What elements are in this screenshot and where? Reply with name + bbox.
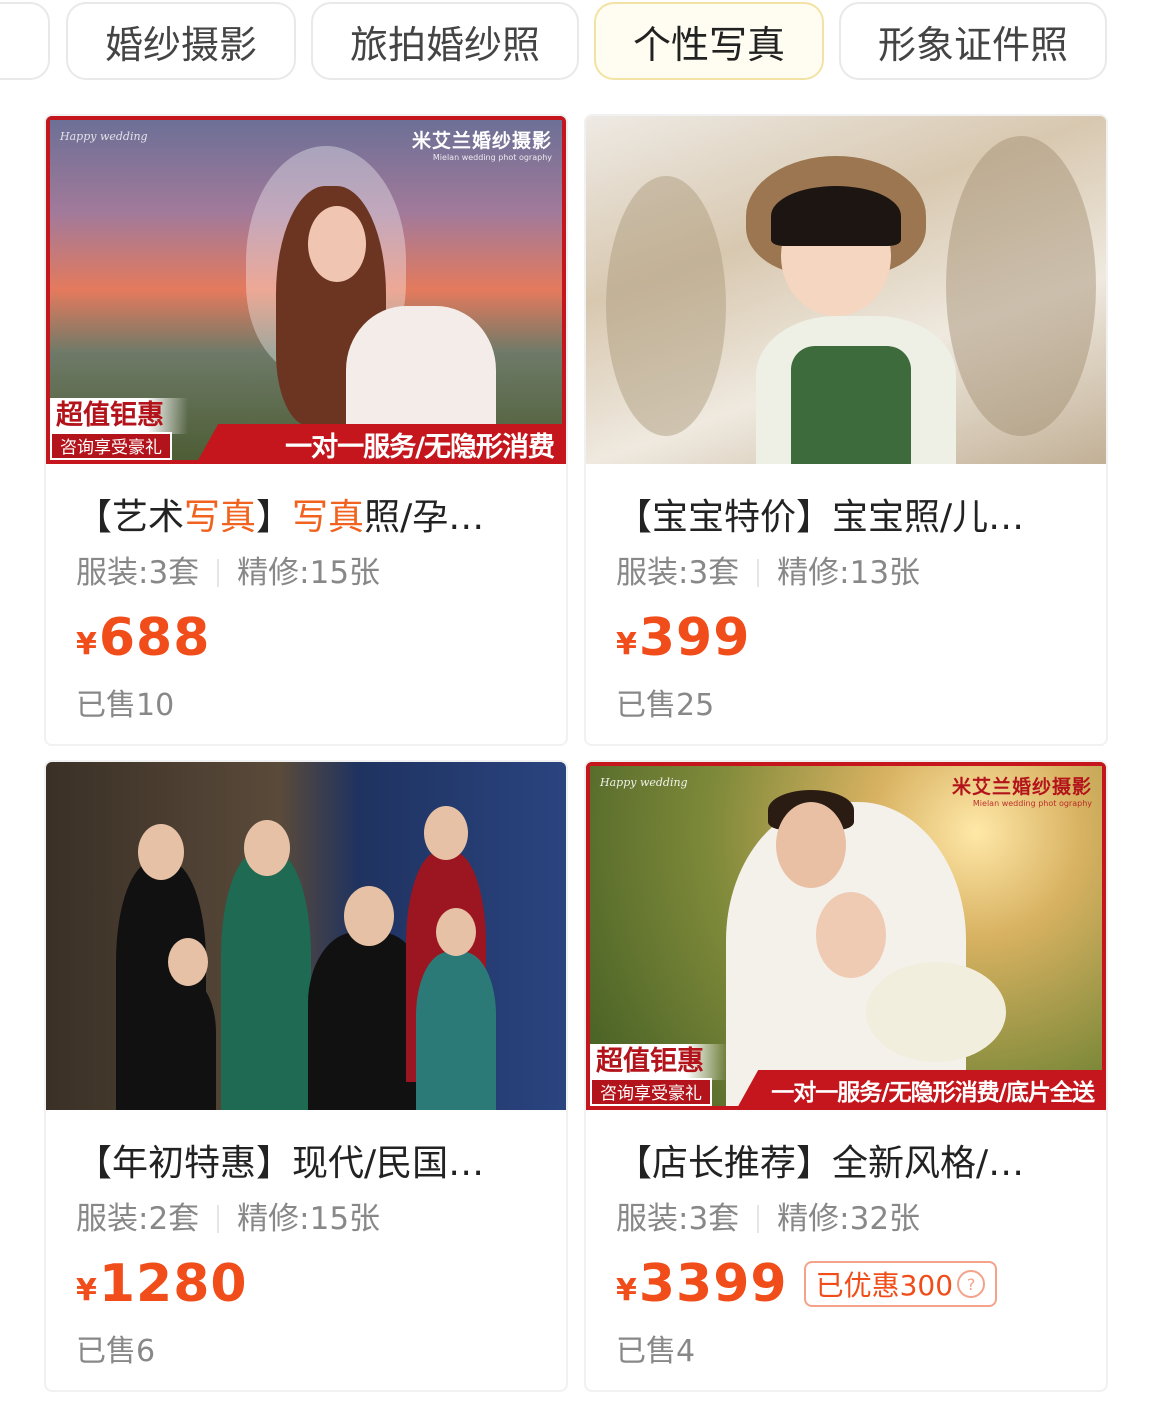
face-shape [168,938,208,986]
retouch-count: 精修:13张 [777,555,921,591]
face-shape [776,802,846,888]
tab-recommend[interactable]: 荐 [0,2,50,80]
currency-symbol: ¥ [76,1272,97,1308]
happy-wedding-text: Happy wedding [600,776,688,789]
product-attributes: 服装:3套 精修:32张 [616,1198,1076,1240]
tab-label: 形象证件照 [877,22,1068,67]
tab-label: 旅拍婚纱照 [349,22,540,67]
sold-count: 已售6 [76,1334,156,1369]
product-attributes: 服装:3套 精修:15张 [76,552,536,594]
divider [757,1205,760,1233]
retouch-count: 精修:32张 [777,1201,921,1237]
promo-banner: 超值钜惠 咨询享受豪礼 一对一服务/无隐形消费 [46,394,566,464]
retouch-count: 精修:15张 [237,1201,381,1237]
currency-symbol: ¥ [76,626,97,662]
title-part: 照/孕… [364,497,485,538]
product-image[interactable] [586,116,1106,464]
tab-id-photo[interactable]: 形象证件照 [839,2,1107,80]
tab-label: 个性写真 [632,22,785,67]
studio-logo: 米艾兰婚纱摄影 Mielan wedding phot ography [952,772,1092,808]
sold-count: 已售4 [616,1334,696,1369]
promo-title: 超值钜惠 [50,398,188,434]
price-row: ¥ 1280 [76,1254,536,1314]
face-shape [344,886,394,946]
divider [217,1205,220,1233]
promo-subtitle: 咨询享受豪礼 [590,1078,712,1106]
person-shape [221,852,311,1110]
tab-travel-wedding[interactable]: 旅拍婚纱照 [311,2,579,80]
product-card[interactable]: Happy wedding 米艾兰婚纱摄影 Mielan wedding pho… [584,760,1108,1392]
currency-symbol: ¥ [616,1272,637,1308]
studio-name-en: Mielan wedding phot ography [432,153,552,162]
sold-count: 已售10 [76,688,175,723]
divider [757,559,760,587]
product-title[interactable]: 【宝宝特价】宝宝照/儿… [616,494,1076,542]
vest-shape [791,346,911,464]
costume-count: 服装:3套 [76,555,200,591]
discount-text: 已优惠300 [815,1269,954,1302]
product-title[interactable]: 【年初特惠】现代/民国… [76,1140,536,1188]
tab-label: 婚纱摄影 [104,22,257,67]
product-card[interactable]: 【宝宝特价】宝宝照/儿… 服装:3套 精修:13张 ¥ 399 已售25 [584,114,1108,746]
product-title[interactable]: 【店长推荐】全新风格/… [616,1140,1076,1188]
face-shape [436,908,476,956]
product-title[interactable]: 【艺术写真】写真照/孕… [76,494,536,542]
promo-bar: 一对一服务/无隐形消费 [196,424,566,464]
costume-count: 服装:3套 [616,1201,740,1237]
person-shape [416,952,496,1110]
promo-subtitle: 咨询享受豪礼 [50,432,172,460]
sold-count: 已售25 [616,688,715,723]
reed-shape [606,176,726,436]
product-image[interactable]: Happy wedding 米艾兰婚纱摄影 Mielan wedding pho… [46,116,566,464]
costume-count: 服装:3套 [616,555,740,591]
studio-name: 米艾兰婚纱摄影 [411,130,552,152]
price-row: ¥ 688 [76,608,536,668]
help-icon[interactable]: ? [957,1270,986,1298]
price: 399 [638,608,751,668]
hair-shape [771,186,901,246]
product-attributes: 服装:3套 精修:13张 [616,552,1076,594]
discount-badge[interactable]: 已优惠300 ? [803,1261,998,1307]
title-part: 】 [256,497,293,538]
divider [217,559,220,587]
happy-wedding-text: Happy wedding [60,130,148,143]
price-row: ¥ 399 [616,608,1076,668]
person-shape [156,982,216,1110]
tab-wedding-photography[interactable]: 婚纱摄影 [66,2,296,80]
studio-name: 米艾兰婚纱摄影 [951,776,1092,798]
title-part: 【艺术 [76,497,185,538]
tab-personal-portrait[interactable]: 个性写真 [594,2,824,80]
product-image[interactable] [46,762,566,1110]
product-card[interactable]: 【年初特惠】现代/民国… 服装:2套 精修:15张 ¥ 1280 已售6 [44,760,568,1392]
title-highlight: 写真 [184,497,257,538]
price: 688 [98,608,211,668]
category-tabs: 荐 婚纱摄影 旅拍婚纱照 个性写真 形象证件照 [0,0,1152,90]
product-card[interactable]: Happy wedding 米艾兰婚纱摄影 Mielan wedding pho… [44,114,568,746]
promo-bar: 一对一服务/无隐形消费/底片全送 [736,1070,1106,1110]
face-shape [424,806,468,860]
costume-count: 服装:2套 [76,1201,200,1237]
price: 3399 [638,1254,788,1314]
product-attributes: 服装:2套 精修:15张 [76,1198,536,1240]
reed-shape [946,136,1096,436]
face-shape [816,892,886,978]
price: 1280 [98,1254,248,1314]
studio-name-en: Mielan wedding phot ography [972,799,1092,808]
price-row: ¥ 3399 已优惠300 ? [616,1254,1076,1314]
face-shape [244,820,290,876]
studio-logo: 米艾兰婚纱摄影 Mielan wedding phot ography [412,126,552,162]
retouch-count: 精修:15张 [237,555,381,591]
promo-banner: 超值钜惠 咨询享受豪礼 一对一服务/无隐形消费/底片全送 [586,1040,1106,1110]
face-shape [308,206,366,282]
title-highlight: 写真 [292,497,365,538]
face-shape [138,824,184,880]
currency-symbol: ¥ [616,626,637,662]
product-image[interactable]: Happy wedding 米艾兰婚纱摄影 Mielan wedding pho… [586,762,1106,1110]
promo-title: 超值钜惠 [590,1044,728,1080]
